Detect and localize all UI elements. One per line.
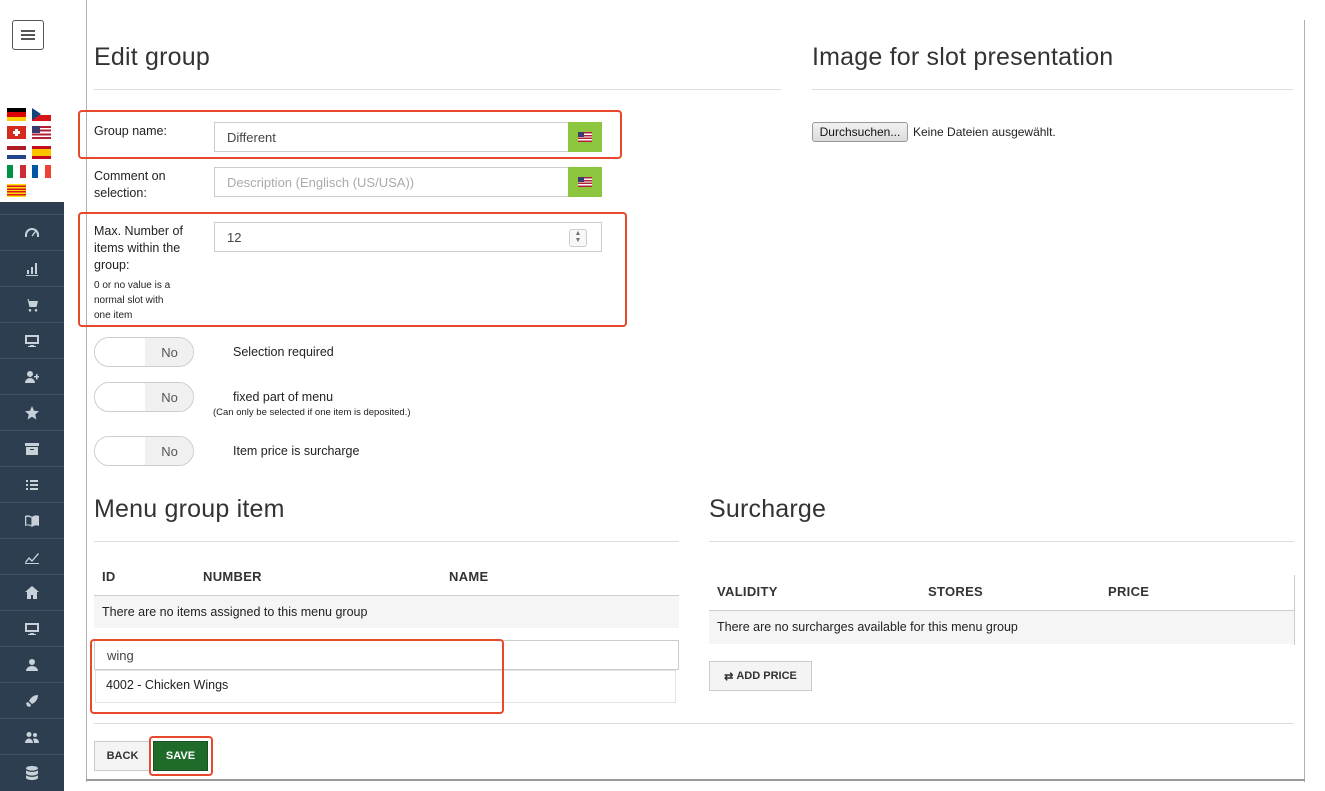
price-surcharge-label: Item price is surcharge [233,444,360,458]
flag-us-icon[interactable] [32,126,51,139]
list-icon [26,480,38,490]
col-stores: STORES [928,584,984,599]
flag-nl-icon[interactable] [7,146,26,159]
flag-de-icon[interactable] [7,108,26,121]
database-icon [26,766,38,780]
archive-icon [25,443,39,455]
price-surcharge-toggle[interactable]: No [94,436,194,466]
nav-users[interactable] [0,718,64,755]
dashboard-icon [25,228,39,237]
flag-ca-icon[interactable] [7,184,26,197]
save-highlight [149,736,213,776]
comment-input[interactable]: Description (Englisch (US/USA)) [214,167,570,197]
selection-required-label: Selection required [233,345,334,359]
menu-items-empty-text: There are no items assigned to this menu… [102,605,368,619]
comment-label-line1: Comment on [94,169,166,183]
surcharge-empty-text: There are no surcharges available for th… [717,620,1018,634]
nav-profile[interactable] [0,646,64,683]
flag-cz-icon[interactable] [32,108,51,121]
selection-required-toggle[interactable]: No [94,337,194,367]
nav-terminal[interactable] [0,322,64,359]
trend-icon [25,553,39,564]
menu-toggle-button[interactable] [12,20,44,50]
users-icon [25,732,39,743]
home-icon [25,586,39,599]
monitor-icon [25,335,39,347]
user-icon [26,659,38,671]
col-number: NUMBER [203,569,262,584]
bar-chart-icon [26,263,38,276]
col-name: NAME [449,569,489,584]
nav-dashboard[interactable] [0,214,64,251]
image-section-title: Image for slot presentation [812,43,1114,71]
col-id: ID [102,569,116,584]
col-price: PRICE [1108,584,1150,599]
book-icon [25,515,39,527]
flag-ch-icon[interactable] [7,126,26,139]
fixed-part-toggle[interactable]: No [94,382,194,412]
nav-home[interactable] [0,574,64,611]
actions-divider [94,723,1294,724]
flag-es-icon[interactable] [32,146,51,159]
browse-button[interactable]: Durchsuchen... [812,122,908,142]
flag-fr-icon[interactable] [32,165,51,178]
edit-group-title: Edit group [94,43,210,71]
max-items-highlight [78,212,627,327]
nav-display[interactable] [0,610,64,647]
fixed-part-note: (Can only be selected if one item is dep… [213,407,411,418]
nav-database[interactable] [0,754,64,791]
toggle-state: No [145,383,193,411]
fixed-part-label: fixed part of menu [233,390,334,404]
nav-archive[interactable] [0,430,64,467]
back-button[interactable]: BACK [94,741,151,771]
nav-list[interactable] [0,466,64,503]
nav-statistics[interactable] [0,250,64,287]
content-border-bottom [86,779,1305,781]
language-flags [0,90,64,202]
refresh-icon: ⇄ [724,670,734,683]
add-price-label: ADD PRICE [736,670,797,682]
nav-menu-book[interactable] [0,502,64,539]
cart-icon [25,299,38,312]
toggle-state: No [145,338,193,366]
item-search-highlight [90,639,504,714]
screen-icon [25,623,39,635]
group-name-highlight [78,110,622,159]
image-section-divider [812,89,1293,90]
us-flag-icon [578,177,592,187]
no-file-text: Keine Dateien ausgewählt. [913,125,1056,139]
surcharge-divider [709,541,1294,542]
col-validity: VALIDITY [717,584,778,599]
flag-it-icon[interactable] [7,165,26,178]
menu-items-divider [94,541,679,542]
nav-launch[interactable] [0,682,64,719]
comment-label: Comment on selection: [94,168,166,202]
toggle-state: No [145,437,193,465]
surcharge-title: Surcharge [709,495,827,523]
nav-favorites[interactable] [0,394,64,431]
content-border-right [1304,20,1305,782]
add-user-icon [25,371,39,383]
edit-group-divider [94,89,781,90]
menu-items-title: Menu group item [94,495,285,523]
add-price-button[interactable]: ⇄ ADD PRICE [709,661,812,691]
rocket-icon [26,695,38,707]
comment-language-button[interactable] [568,167,602,197]
comment-label-line2: selection: [94,186,147,200]
star-icon [25,406,39,420]
nav-orders[interactable] [0,286,64,323]
sidebar-header [0,0,64,90]
nav-trends[interactable] [0,538,64,575]
nav-add-user[interactable] [0,358,64,395]
